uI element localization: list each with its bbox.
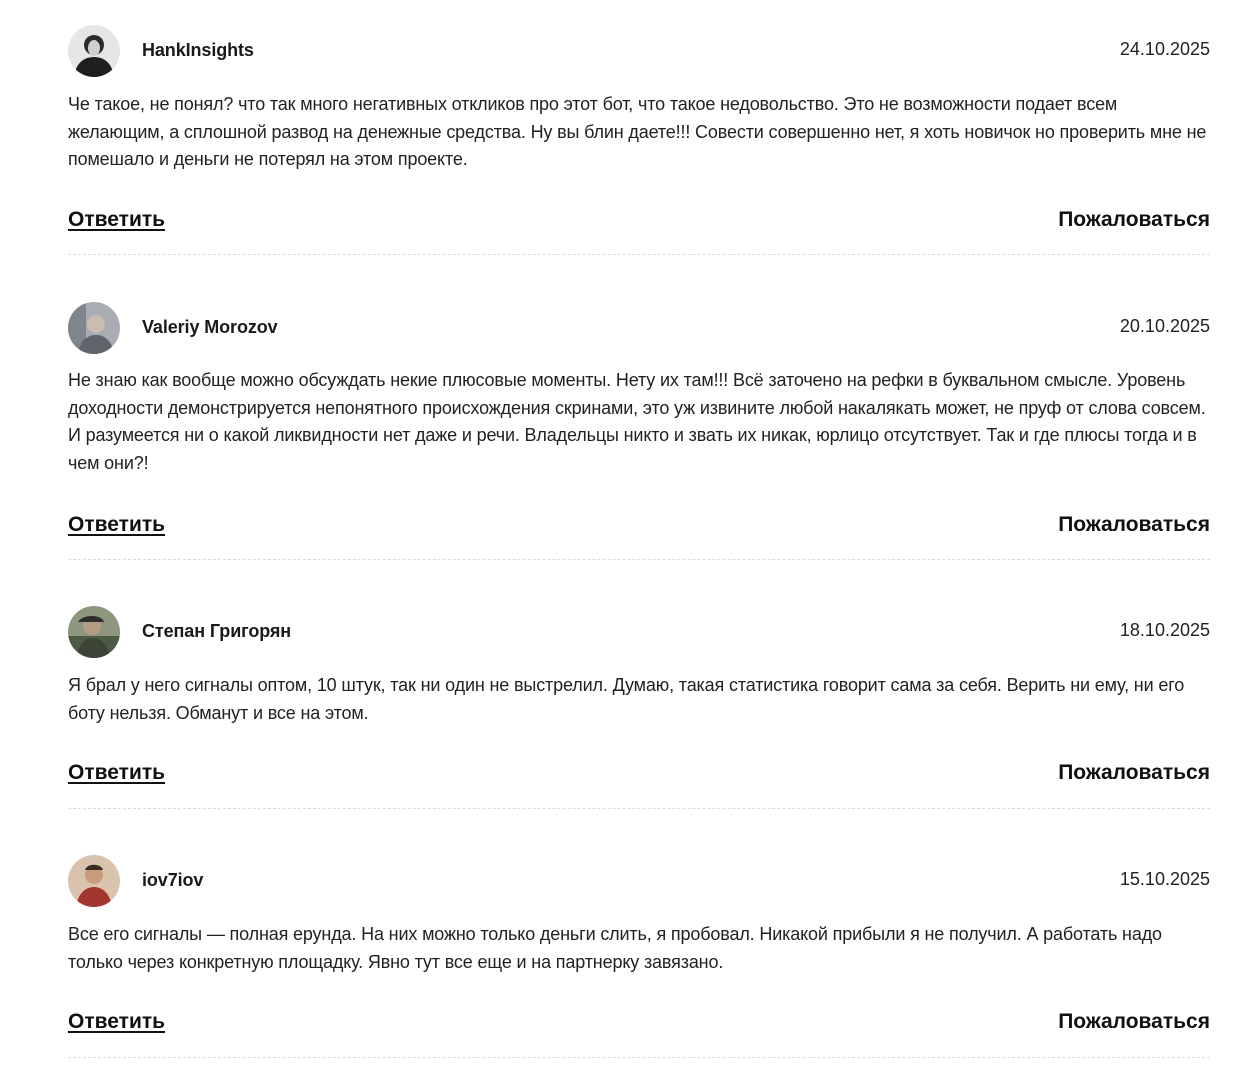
comment-text: Я брал у него сигналы оптом, 10 штук, та…: [68, 675, 1185, 723]
comment-item: iov7iov 15.10.2025 Все его сигналы — пол…: [68, 855, 1210, 1058]
comment-author: Степан Григорян: [142, 621, 292, 641]
comment-header: HankInsights 24.10.2025: [68, 25, 1210, 77]
report-link[interactable]: Пожаловаться: [1058, 761, 1210, 785]
comment-author: Valeriy Morozov: [142, 317, 278, 337]
comment-actions: Ответить Пожаловаться: [68, 1010, 1210, 1036]
report-link[interactable]: Пожаловаться: [1058, 208, 1210, 232]
comment-header: Valeriy Morozov 20.10.2025: [68, 302, 1210, 354]
comment-item: Valeriy Morozov 20.10.2025 Не знаю как в…: [68, 302, 1210, 560]
comment-text: Все его сигналы — полная ерунда. На них …: [68, 924, 1162, 972]
comment-date: 24.10.2025: [1119, 39, 1210, 59]
report-link[interactable]: Пожаловаться: [1058, 513, 1210, 537]
reply-link[interactable]: Ответить: [68, 513, 165, 537]
person-photo-icon: [68, 302, 120, 354]
comment-date: 15.10.2025: [1119, 869, 1210, 889]
comment-text: Че такое, не понял? что так много негати…: [68, 94, 1207, 169]
person-photo-icon: [68, 25, 120, 77]
comment-date: 18.10.2025: [1119, 620, 1210, 640]
comment-item: HankInsights 24.10.2025 Че такое, не пон…: [68, 25, 1210, 255]
comment-actions: Ответить Пожаловаться: [68, 513, 1210, 539]
reply-link[interactable]: Ответить: [68, 761, 165, 785]
person-photo-icon: [68, 606, 120, 658]
avatar[interactable]: [68, 25, 120, 77]
avatar[interactable]: [68, 606, 120, 658]
person-photo-icon: [68, 855, 120, 907]
comment-actions: Ответить Пожаловаться: [68, 208, 1210, 234]
reply-link[interactable]: Ответить: [68, 208, 165, 232]
reply-link[interactable]: Ответить: [68, 1010, 165, 1034]
comment-actions: Ответить Пожаловаться: [68, 761, 1210, 787]
comment-header: Степан Григорян 18.10.2025: [68, 606, 1210, 658]
comment-date: 20.10.2025: [1119, 316, 1210, 336]
avatar[interactable]: [68, 855, 120, 907]
avatar[interactable]: [68, 302, 120, 354]
report-link[interactable]: Пожаловаться: [1058, 1010, 1210, 1034]
comment-header: iov7iov 15.10.2025: [68, 855, 1210, 907]
comment-item: Степан Григорян 18.10.2025 Я брал у него…: [68, 606, 1210, 809]
comment-author: iov7iov: [142, 870, 204, 890]
comment-author: HankInsights: [142, 40, 254, 60]
comment-text: Не знаю как вообще можно обсуждать некие…: [68, 370, 1206, 473]
